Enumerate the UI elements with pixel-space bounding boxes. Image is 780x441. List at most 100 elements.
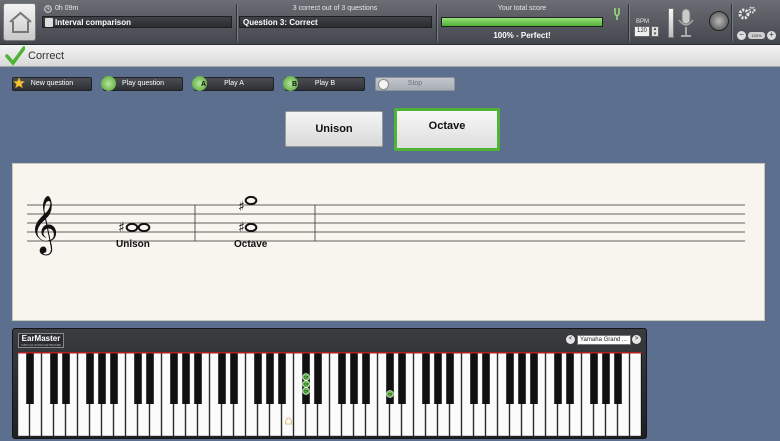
zoom-out-icon[interactable]: − bbox=[737, 31, 746, 40]
answer-unison-button[interactable]: Unison bbox=[285, 111, 383, 147]
brand-text: EarMaster bbox=[21, 334, 61, 343]
whole-note bbox=[244, 195, 258, 206]
status-bar: Correct bbox=[0, 45, 780, 67]
play-question-icon bbox=[101, 76, 116, 91]
black-key[interactable] bbox=[362, 352, 370, 404]
clock-icon bbox=[44, 5, 52, 15]
settings-icon[interactable] bbox=[738, 6, 756, 25]
play-b-button[interactable]: B Play B bbox=[283, 76, 365, 91]
black-key[interactable] bbox=[350, 352, 358, 404]
questions-summary: 3 correct out of 3 questions bbox=[292, 5, 378, 12]
black-key[interactable] bbox=[398, 352, 406, 404]
timer-text: 0h 09m bbox=[55, 5, 79, 12]
record-knob[interactable] bbox=[709, 11, 729, 31]
black-key[interactable] bbox=[182, 352, 190, 404]
score-progress-bar bbox=[441, 17, 603, 27]
played-note-label: C# bbox=[304, 383, 309, 387]
zoom-level: 100% bbox=[748, 32, 765, 39]
instrument-select[interactable]: Yamaha Grand ... bbox=[577, 335, 631, 345]
star-icon bbox=[12, 76, 26, 94]
instrument-next-button[interactable]: > bbox=[632, 335, 641, 344]
score-sheet: 𝄞 ♯ ♯ ♯ Unison Octave bbox=[12, 163, 765, 321]
status-text: Correct bbox=[28, 50, 65, 62]
stop-button[interactable]: Stop bbox=[375, 77, 455, 91]
score-progress-fill bbox=[442, 18, 602, 26]
treble-clef-icon: 𝄞 bbox=[29, 195, 59, 256]
white-key[interactable] bbox=[629, 351, 642, 437]
play-b-icon: B bbox=[283, 76, 298, 91]
whole-note bbox=[137, 222, 151, 233]
interval-label-unison: Unison bbox=[116, 239, 150, 250]
black-key[interactable] bbox=[254, 352, 262, 404]
sharp-icon: ♯ bbox=[238, 199, 245, 215]
black-key[interactable] bbox=[194, 352, 202, 404]
black-key[interactable] bbox=[230, 352, 238, 404]
bpm-label: BPM bbox=[636, 19, 650, 25]
checkmark-icon bbox=[5, 46, 26, 71]
whole-note bbox=[125, 222, 139, 233]
black-key[interactable] bbox=[86, 352, 94, 404]
black-key[interactable] bbox=[218, 352, 226, 404]
play-a-button[interactable]: A Play A bbox=[192, 76, 274, 91]
divider bbox=[436, 4, 437, 41]
key-felt bbox=[18, 352, 642, 354]
zoom-in-icon[interactable]: + bbox=[767, 31, 776, 40]
play-a-icon: A bbox=[192, 76, 207, 91]
virtual-piano: EarMaster VIRTUAL PIANO KEYBOARD < Yamah… bbox=[12, 328, 647, 439]
black-key[interactable] bbox=[446, 352, 454, 404]
black-key[interactable] bbox=[554, 352, 562, 404]
score-label: Your total score bbox=[497, 5, 547, 12]
black-key[interactable] bbox=[170, 352, 178, 404]
black-key[interactable] bbox=[338, 352, 346, 404]
black-key[interactable] bbox=[314, 352, 322, 404]
played-note-label: C# bbox=[304, 376, 309, 380]
play-question-button[interactable]: Play question bbox=[101, 76, 183, 91]
instrument-prev-button[interactable]: < bbox=[566, 335, 575, 344]
black-key[interactable] bbox=[26, 352, 34, 404]
brand-sub-text: VIRTUAL PIANO KEYBOARD bbox=[20, 343, 62, 347]
play-b-label: Play B bbox=[314, 80, 336, 87]
top-bar: 0h 09m Interval comparison 3 correct out… bbox=[0, 0, 780, 45]
black-key[interactable] bbox=[518, 352, 526, 404]
microphone-icon[interactable] bbox=[677, 8, 695, 45]
whole-note bbox=[244, 222, 258, 233]
black-key[interactable] bbox=[266, 352, 274, 404]
black-key[interactable] bbox=[614, 352, 622, 404]
play-a-label: Play A bbox=[224, 80, 244, 87]
tuning-fork-icon bbox=[612, 7, 622, 26]
black-key[interactable] bbox=[566, 352, 574, 404]
question-status: Question 3: Correct bbox=[239, 16, 432, 28]
black-key[interactable] bbox=[146, 352, 154, 404]
played-note-label: C# bbox=[304, 390, 309, 394]
divider bbox=[628, 4, 629, 41]
played-note-label: C# bbox=[388, 393, 393, 397]
piano-keys[interactable]: C# C# C# C# bbox=[17, 351, 642, 437]
bpm-input[interactable]: 120 bbox=[634, 26, 650, 37]
black-key[interactable] bbox=[530, 352, 538, 404]
piano-keyboard[interactable]: C# C# C# C# bbox=[17, 351, 642, 437]
exercise-title-text: Interval comparison bbox=[55, 18, 132, 27]
black-key[interactable] bbox=[506, 352, 514, 404]
answer-octave-button[interactable]: Octave bbox=[394, 108, 500, 151]
black-key[interactable] bbox=[602, 352, 610, 404]
black-key[interactable] bbox=[98, 352, 106, 404]
black-key[interactable] bbox=[470, 352, 478, 404]
black-key[interactable] bbox=[134, 352, 142, 404]
black-key[interactable] bbox=[482, 352, 490, 404]
bpm-stepper[interactable]: ▴ ▾ bbox=[651, 26, 659, 37]
black-key[interactable] bbox=[278, 352, 286, 404]
black-key[interactable] bbox=[434, 352, 442, 404]
black-key[interactable] bbox=[590, 352, 598, 404]
sharp-icon: ♯ bbox=[118, 220, 125, 236]
exercise-icon bbox=[45, 18, 53, 27]
new-question-button[interactable]: New question bbox=[12, 76, 92, 94]
exercise-title: Interval comparison bbox=[42, 16, 232, 28]
home-button[interactable] bbox=[3, 3, 36, 41]
black-key[interactable] bbox=[50, 352, 58, 404]
stop-toggle-knob bbox=[378, 79, 389, 90]
black-key[interactable] bbox=[422, 352, 430, 404]
new-question-label: New question bbox=[30, 80, 74, 87]
volume-slider[interactable] bbox=[668, 8, 674, 38]
black-key[interactable] bbox=[62, 352, 70, 404]
black-key[interactable] bbox=[110, 352, 118, 404]
